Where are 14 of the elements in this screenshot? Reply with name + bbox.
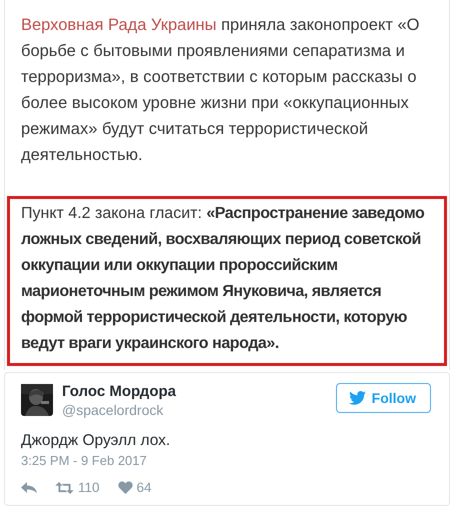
article-paragraph: Верховная Рада Украины приняла законопроект «О борьбе с бытовыми проявлениями сепаратизма и терроризма», в соответствии с которым рассказы о более высоком уровне жизни при «оккупационных режимах» будут считаться террористической деятельностью.: [20, 15, 420, 166]
author-handle[interactable]: @spacelordrock: [62, 401, 327, 419]
tweet-timestamp[interactable]: 3:25 PM - 9 Feb 2017: [21, 453, 431, 468]
reply-icon[interactable]: [21, 482, 37, 494]
tweet-text: Джордж Оруэлл лох.: [21, 431, 172, 451]
parliament-link[interactable]: Верховная Рада Украины: [21, 16, 217, 34]
follow-button[interactable]: Follow: [336, 383, 431, 413]
like-count: 64: [136, 480, 152, 495]
author-name[interactable]: Голос Мордора: [62, 383, 327, 401]
quote-paragraph: Пункт 4.2 закона гласит: «Распространение заведомо ложных сведений, восхваляющих период советской оккупации или оккупации пророссийским марионеточным режимом Януковича, является формой террористической деятельности, которую ведут враги украинского народа».: [21, 204, 426, 354]
retweet-count: 110: [78, 480, 100, 495]
heart-icon[interactable]: [118, 481, 133, 494]
bird-icon: [348, 391, 366, 405]
retweet-icon[interactable]: [55, 482, 74, 494]
